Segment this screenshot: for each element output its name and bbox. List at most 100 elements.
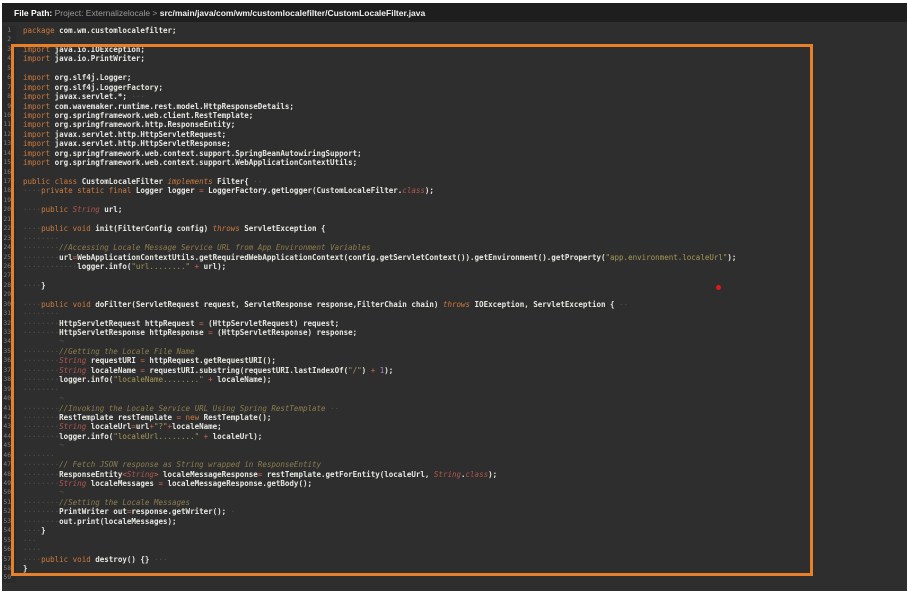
code-line[interactable]: 3import java.io.IOException; [2, 45, 907, 54]
code-line[interactable]: 11import org.springframework.http.Respon… [2, 120, 907, 129]
code-line[interactable]: 56···· [2, 545, 907, 554]
code-line[interactable]: 9import com.wavemaker.runtime.rest.model… [2, 102, 907, 111]
code-line[interactable]: 20····public String url; [2, 205, 907, 214]
code-text: ········//Getting the Locale File Name [16, 347, 195, 356]
line-number: 50 [2, 488, 11, 497]
line-number: 28 [2, 281, 11, 290]
code-line[interactable]: 53········out.print(localeMessages); [2, 517, 907, 526]
code-line[interactable]: 17▾public class CustomLocaleFilter imple… [2, 177, 907, 186]
code-text: ¬ [16, 441, 64, 450]
code-line[interactable]: 47········// Fetch JSON response as Stri… [2, 460, 907, 469]
code-line[interactable]: 46 ······· [2, 451, 907, 460]
code-line[interactable]: 38········logger.info("localeName.......… [2, 375, 907, 384]
code-line[interactable]: 36········String requestURI = httpReques… [2, 356, 907, 365]
code-line[interactable]: 33········HttpServletResponse httpRespon… [2, 328, 907, 337]
code-line[interactable]: 48········ResponseEntity<String> localeM… [2, 470, 907, 479]
code-line[interactable]: 28 ····} [2, 281, 907, 290]
code-line[interactable]: 49········String localeMessages = locale… [2, 479, 907, 488]
code-line[interactable]: 41········//Invoking the Locale Service … [2, 404, 907, 413]
code-line[interactable]: 15import org.springframework.web.context… [2, 158, 907, 167]
code-text: package com.wm.customlocalefilter; [16, 26, 177, 35]
line-number: 33 [2, 328, 11, 337]
code-line[interactable]: 1 package com.wm.customlocalefilter; [2, 26, 907, 35]
line-number: 53 [2, 517, 11, 526]
code-line[interactable]: 26············logger.info("url........" … [2, 262, 907, 271]
editor-window: File Path: Project: Externalizelocale > … [2, 3, 907, 591]
code-text: import javax.servlet.*; ··· [16, 92, 145, 101]
code-text: import javax.servlet.http.HttpServletReq… [16, 130, 226, 139]
code-text: ······· [16, 451, 55, 460]
code-text: ····} [16, 526, 46, 535]
code-line[interactable]: 29 [2, 290, 907, 299]
code-line[interactable]: 16 [2, 168, 907, 177]
line-number: 2 [2, 35, 11, 44]
code-text: ········// Fetch JSON response as String… [16, 460, 321, 469]
code-line[interactable]: 55··· [2, 536, 907, 545]
code-text: ········ [16, 385, 59, 394]
code-text: ¬ [16, 394, 64, 403]
code-line[interactable]: 37········String localeName = requestURI… [2, 366, 907, 375]
code-line[interactable]: 58} [2, 564, 907, 573]
code-line[interactable]: 32········HttpServletRequest httpRequest… [2, 319, 907, 328]
code-line[interactable]: 45 ¬ [2, 441, 907, 450]
code-line[interactable]: 27 [2, 271, 907, 280]
file-path-label: File Path: [14, 8, 52, 18]
code-line[interactable]: 50 ¬ [2, 488, 907, 497]
line-number: 6 [2, 73, 11, 82]
code-text: ¬ [16, 488, 64, 497]
line-number: 37 [2, 366, 11, 375]
code-line[interactable]: 18····private static final Logger logger… [2, 186, 907, 195]
code-line[interactable]: 51········//Setting the Locale Messages [2, 498, 907, 507]
code-line[interactable]: 57····public void destroy() {} ··· [2, 555, 907, 564]
code-line[interactable]: 59 [2, 573, 907, 582]
code-line[interactable]: 35········//Getting the Locale File Name [2, 347, 907, 356]
code-line[interactable]: 12import javax.servlet.http.HttpServletR… [2, 130, 907, 139]
code-text: import org.springframework.http.Response… [16, 120, 235, 129]
code-line[interactable]: 10import org.springframework.web.client.… [2, 111, 907, 120]
code-line[interactable]: 23········ [2, 234, 907, 243]
code-line[interactable]: 4import java.io.PrintWriter; [2, 54, 907, 63]
code-text [16, 196, 23, 205]
code-line[interactable]: 31········ [2, 309, 907, 318]
code-line[interactable]: 40 ¬ [2, 394, 907, 403]
code-line[interactable]: 42········RestTemplate restTemplate = ne… [2, 413, 907, 422]
line-number: 4 [2, 54, 11, 63]
line-number: 14 [2, 149, 11, 158]
code-line[interactable]: 22▾····public void init(FilterConfig con… [2, 224, 907, 233]
code-line[interactable]: 7import org.slf4j.LoggerFactory; [2, 83, 907, 92]
code-text: ········//Setting the Locale Messages [16, 498, 190, 507]
code-line[interactable]: 43········String localeUrl=url+"?"+local… [2, 422, 907, 431]
code-line[interactable]: 34 ¬ [2, 337, 907, 346]
line-number: 19 [2, 196, 11, 205]
code-text: ········//Invoking the Locale Service UR… [16, 404, 339, 413]
code-text: import org.springframework.web.context.s… [16, 158, 357, 167]
code-line[interactable]: 52········PrintWriter out=response.getWr… [2, 507, 907, 516]
line-number: 1 [2, 26, 11, 35]
code-line[interactable]: 44········logger.info("localeUrl........… [2, 432, 907, 441]
code-line[interactable]: 6import org.slf4j.Logger; [2, 73, 907, 82]
code-text: import java.io.IOException; [16, 45, 145, 54]
code-line[interactable]: 14import org.springframework.web.context… [2, 149, 907, 158]
code-line[interactable]: 13import javax.servlet.http.HttpServletR… [2, 139, 907, 148]
code-line[interactable]: 2 [2, 35, 907, 44]
code-line[interactable]: 39········ [2, 385, 907, 394]
code-line[interactable]: 5 [2, 64, 907, 73]
code-line[interactable]: 8 import javax.servlet.*; ··· [2, 92, 907, 101]
code-line[interactable]: 54····} [2, 526, 907, 535]
code-editor[interactable]: 1 package com.wm.customlocalefilter; 23imp… [2, 22, 907, 591]
line-number: 27 [2, 271, 11, 280]
code-text: ····} [16, 281, 46, 290]
code-line[interactable]: 21 [2, 215, 907, 224]
line-number: 58 [2, 564, 11, 573]
code-line[interactable]: 24········//Accessing Locale Message Ser… [2, 243, 907, 252]
code-line[interactable]: 25········url=WebApplicationContextUtils… [2, 253, 907, 262]
code-text [16, 573, 23, 582]
line-number: 46 [2, 451, 11, 460]
line-number: 38 [2, 375, 11, 384]
line-number: 30 [2, 300, 11, 309]
line-number: 18 [2, 186, 11, 195]
line-number: 8 [2, 92, 11, 101]
code-text: public class CustomLocaleFilter implemen… [16, 177, 262, 186]
code-line[interactable]: 30▾····public void doFilter(ServletReque… [2, 300, 907, 309]
code-line[interactable]: 19 [2, 196, 907, 205]
